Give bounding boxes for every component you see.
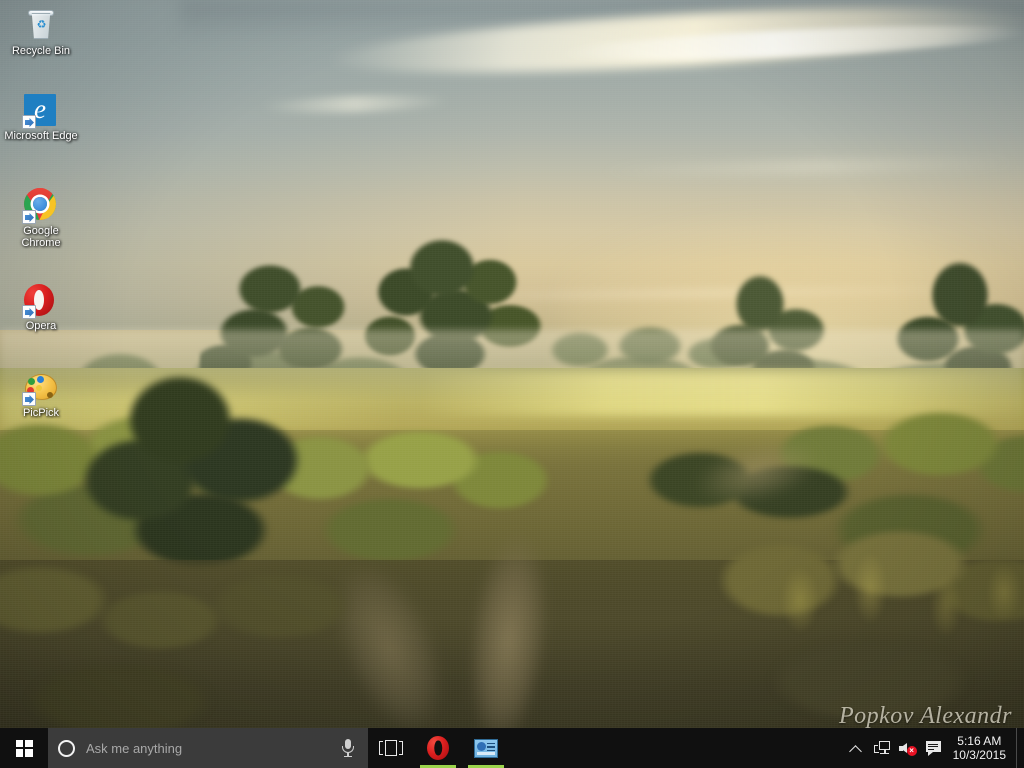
tray-volume-button[interactable]: × <box>895 728 921 768</box>
desktop-icon-picpick[interactable]: PicPick <box>4 370 78 419</box>
task-view-button[interactable] <box>368 728 414 768</box>
desktop-icon-label: Google Chrome <box>21 225 61 249</box>
speaker-muted-icon: × <box>898 740 917 756</box>
desktop-icon-label: Recycle Bin <box>11 45 71 57</box>
desktop-icon-recycle-bin[interactable]: ♻ Recycle Bin <box>4 8 78 57</box>
taskbar-clock[interactable]: 5:16 AM 10/3/2015 <box>947 734 1016 762</box>
shortcut-arrow-icon <box>22 210 36 224</box>
desktop-icon-microsoft-edge[interactable]: e Microsoft Edge <box>4 93 78 142</box>
windows-logo-icon <box>15 739 33 757</box>
desktop-icon-label: Opera <box>25 320 57 332</box>
taskbar: Ask me anything × 5:16 AM 10/3/2015 <box>0 728 1024 768</box>
picpick-icon <box>22 370 58 406</box>
chrome-icon <box>22 188 58 224</box>
desktop-icon-opera[interactable]: Opera <box>4 283 78 332</box>
mute-badge: × <box>906 746 917 756</box>
desktop-icon-label: PicPick <box>22 407 60 419</box>
desktop-wallpaper[interactable]: Popkov Alexandr <box>0 0 1024 768</box>
cortana-circle-icon <box>58 739 75 757</box>
start-button[interactable] <box>0 728 48 768</box>
system-tray: × 5:16 AM 10/3/2015 <box>843 728 1024 768</box>
shortcut-arrow-icon <box>22 115 36 129</box>
tray-action-center-button[interactable] <box>921 728 947 768</box>
desktop-icon-google-chrome[interactable]: Google Chrome <box>4 188 78 249</box>
taskbar-app-opera[interactable] <box>414 728 462 768</box>
microphone-icon[interactable] <box>340 738 356 758</box>
clock-date: 10/3/2015 <box>952 748 1006 762</box>
action-center-icon <box>925 741 942 756</box>
search-input[interactable]: Ask me anything <box>48 728 368 768</box>
opera-icon <box>22 283 58 319</box>
show-desktop-button[interactable] <box>1016 728 1022 768</box>
edge-icon: e <box>22 93 58 129</box>
shortcut-arrow-icon <box>22 305 36 319</box>
task-view-icon <box>379 740 403 756</box>
chevron-up-icon <box>850 743 861 754</box>
wallpaper-grain <box>0 0 1024 768</box>
network-ethernet-icon <box>873 740 891 756</box>
search-placeholder: Ask me anything <box>86 740 183 756</box>
taskbar-empty-area[interactable] <box>510 728 843 768</box>
recycle-bin-icon: ♻ <box>24 8 58 42</box>
taskbar-pinned-apps <box>414 728 510 768</box>
desktop-icon-label: Microsoft Edge <box>4 130 78 142</box>
opera-icon <box>427 736 449 760</box>
tray-network-button[interactable] <box>869 728 895 768</box>
clock-time: 5:16 AM <box>957 734 1002 748</box>
desktop-screen: Popkov Alexandr ♻ Recycle Bin e Microsof… <box>0 0 1024 768</box>
taskbar-app-picpick[interactable] <box>462 728 510 768</box>
desktop-icon-grid: ♻ Recycle Bin e Microsoft Edge Google Ch… <box>0 0 90 700</box>
shortcut-arrow-icon <box>22 392 36 406</box>
picpick-icon <box>474 738 498 758</box>
tray-overflow-button[interactable] <box>843 728 869 768</box>
